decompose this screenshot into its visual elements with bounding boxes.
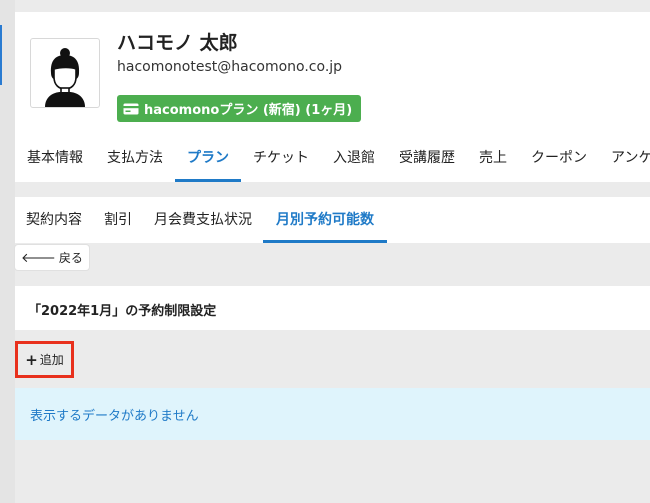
- tab-basic-info[interactable]: 基本情報: [15, 145, 95, 182]
- back-button[interactable]: 🡐 戻る: [15, 245, 89, 270]
- tab-survey[interactable]: アンケー: [599, 145, 650, 182]
- member-profile-card: ハコモノ 太郎 hacomonotest@hacomono.co.jp haco…: [15, 12, 650, 182]
- left-edge-indicator: [0, 25, 2, 85]
- subtab-monthly-fee-status[interactable]: 月会費支払状況: [143, 197, 263, 243]
- section-title: 「2022年1月」の予約制限設定: [28, 304, 217, 319]
- add-button[interactable]: + 追加: [15, 341, 74, 378]
- tab-check-in[interactable]: 入退館: [321, 145, 387, 182]
- plan-badge[interactable]: hacomonoプラン (新宿) (1ヶ月): [117, 95, 362, 122]
- plan-sub-tabs: 契約内容 割引 月会費支払状況 月別予約可能数: [15, 197, 387, 243]
- subtab-discount[interactable]: 割引: [93, 197, 143, 243]
- tab-plan[interactable]: プラン: [175, 145, 241, 182]
- subtab-contract-details[interactable]: 契約内容: [15, 197, 93, 243]
- empty-data-message: 表示するデータがありません: [30, 409, 199, 424]
- plan-badge-label: hacomonoプラン (新宿) (1ヶ月): [144, 103, 353, 118]
- tab-coupon[interactable]: クーポン: [519, 145, 599, 182]
- reservation-limit-section-header: 「2022年1月」の予約制限設定: [15, 286, 650, 330]
- tab-attendance-history[interactable]: 受講履歴: [387, 145, 467, 182]
- arrow-left-icon: 🡐: [21, 250, 56, 266]
- member-name: ハコモノ 太郎: [117, 32, 238, 54]
- member-email: hacomonotest@hacomono.co.jp: [117, 59, 343, 75]
- plan-sub-tabs-card: 契約内容 割引 月会費支払状況 月別予約可能数: [15, 197, 650, 243]
- tab-payment-method[interactable]: 支払方法: [95, 145, 175, 182]
- person-avatar-icon: [30, 38, 100, 108]
- subtab-monthly-reservation-limit[interactable]: 月別予約可能数: [263, 197, 387, 243]
- empty-data-alert: 表示するデータがありません: [15, 388, 650, 440]
- back-button-label: 戻る: [58, 251, 83, 265]
- left-edge-panel: [0, 0, 15, 503]
- add-button-label: 追加: [39, 353, 64, 367]
- plus-icon: +: [25, 350, 38, 369]
- credit-card-icon: [123, 103, 139, 114]
- member-main-tabs: 基本情報 支払方法 プラン チケット 入退館 受講履歴 売上 クーポン アンケー: [15, 145, 650, 182]
- tab-sales[interactable]: 売上: [467, 145, 519, 182]
- tab-ticket[interactable]: チケット: [241, 145, 321, 182]
